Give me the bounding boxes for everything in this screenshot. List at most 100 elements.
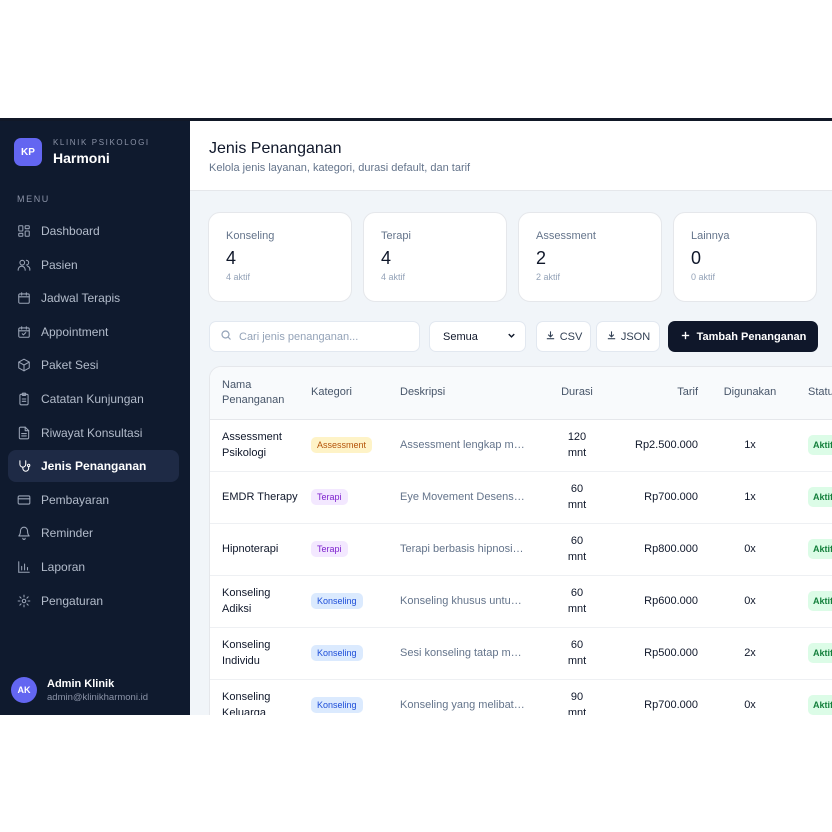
sidebar-item-pengaturan[interactable]: Pengaturan (8, 585, 179, 617)
file-text-icon (17, 426, 31, 440)
category-badge: Konseling (311, 697, 363, 713)
user-profile[interactable]: AK Admin Klinik admin@klinikharmoni.id (11, 677, 148, 703)
column-header-category[interactable]: Kategori (299, 367, 388, 420)
table-row[interactable]: EMDR Therapy Terapi Eye Movement Desensiti… (210, 471, 832, 524)
sidebar: KP KLINIK PSIKOLOGI Harmoni MENU Dashboa… (0, 121, 190, 715)
column-header-used[interactable]: Digunakan (710, 367, 790, 420)
treatment-duration: 120 mnt (539, 419, 615, 472)
sidebar-item-reminder[interactable]: Reminder (8, 517, 179, 549)
treatment-usage-count: 0x (710, 679, 790, 715)
brand-name: Harmoni (53, 150, 110, 166)
add-treatment-button[interactable]: Tambah Penanganan (668, 321, 818, 352)
sidebar-item-jadwal-terapis[interactable]: Jadwal Terapis (8, 282, 179, 314)
sidebar-item-label: Pengaturan (41, 593, 104, 608)
treatment-tariff: Rp700.000 (615, 471, 710, 524)
stat-card-konseling: Konseling 4 4 aktif (208, 212, 352, 302)
status-badge: Aktif (808, 435, 832, 455)
toolbar: Semua CSV JSON Tam (209, 321, 832, 352)
sidebar-item-riwayat-konsultasi[interactable]: Riwayat Konsultasi (8, 417, 179, 449)
table-row[interactable]: Hipnoterapi Terapi Terapi berbasis hipnosi… (210, 523, 832, 576)
app-window: KP KLINIK PSIKOLOGI Harmoni MENU Dashboa… (0, 118, 832, 715)
stat-card-assessment: Assessment 2 2 aktif (518, 212, 662, 302)
column-header-duration[interactable]: Durasi (539, 367, 615, 420)
avatar: AK (11, 677, 37, 703)
treatment-usage-count: 1x (710, 471, 790, 524)
sidebar-item-dashboard[interactable]: Dashboard (8, 215, 179, 247)
sidebar-item-jenis-penanganan[interactable]: Jenis Penanganan (8, 450, 179, 483)
sidebar-item-pasien[interactable]: Pasien (8, 249, 179, 281)
status-cell: Aktif (790, 575, 832, 628)
table-row[interactable]: Konseling Adiksi Konseling Konseling khusu… (210, 575, 832, 628)
stat-label: Assessment (536, 230, 596, 242)
brand-logo: KP (14, 138, 42, 166)
sidebar-item-pembayaran[interactable]: Pembayaran (8, 484, 179, 516)
sidebar-item-label: Jenis Penanganan (41, 459, 147, 474)
sidebar-item-label: Dashboard (41, 224, 100, 238)
category-badge: Konseling (311, 593, 363, 609)
treatment-usage-count: 0x (710, 523, 790, 576)
status-badge: Aktif (808, 487, 832, 507)
category-badge: Konseling (311, 645, 363, 661)
treatment-tariff: Rp800.000 (615, 523, 710, 576)
export-json-button[interactable]: JSON (596, 321, 660, 352)
bar-chart-icon (17, 560, 31, 574)
calendar-check-icon (17, 325, 31, 339)
treatment-duration: 60 mnt (539, 627, 615, 680)
user-email: admin@klinikharmoni.id (47, 691, 148, 703)
plus-icon (680, 330, 691, 344)
table-row[interactable]: Assessment Psikologi Assessment Assessment… (210, 419, 832, 472)
status-cell: Aktif (790, 679, 832, 715)
column-header-name[interactable]: Nama Penanganan (210, 367, 299, 420)
page-header: Jenis Penanganan Kelola jenis layanan, k… (190, 121, 832, 191)
column-header-description[interactable]: Deskripsi (388, 367, 539, 420)
sidebar-item-appointment[interactable]: Appointment (8, 316, 179, 348)
search-box[interactable] (209, 321, 420, 352)
export-csv-button[interactable]: CSV (536, 321, 591, 352)
dashboard-icon (17, 224, 31, 238)
sidebar-item-catatan-kunjungan[interactable]: Catatan Kunjungan (8, 383, 179, 415)
add-treatment-label: Tambah Penanganan (696, 330, 807, 343)
category-filter-select[interactable]: Semua (429, 321, 526, 352)
sidebar-item-paket-sesi[interactable]: Paket Sesi (8, 349, 179, 381)
stethoscope-icon (17, 459, 31, 473)
status-cell: Aktif (790, 523, 832, 576)
column-header-tariff[interactable]: Tarif (615, 367, 710, 420)
sidebar-item-label: Pasien (41, 257, 78, 272)
treatment-usage-count: 1x (710, 419, 790, 472)
category-cell: Terapi (299, 523, 388, 576)
treatment-duration: 60 mnt (539, 523, 615, 576)
treatment-tariff: Rp600.000 (615, 575, 710, 628)
table-row[interactable]: Konseling Individu Konseling Sesi konselin… (210, 627, 832, 680)
treatment-description: Sesi konseling tatap muka (388, 627, 539, 680)
search-input[interactable] (239, 330, 409, 343)
table-row[interactable]: Konseling Keluarga Konseling Konseling yan… (210, 679, 832, 715)
sidebar-nav: Dashboard Pasien Jadwal Terapis Appointment… (0, 215, 190, 617)
sidebar-item-label: Appointment (41, 324, 109, 339)
sidebar-item-laporan[interactable]: Laporan (8, 551, 179, 583)
status-cell: Aktif (790, 471, 832, 524)
treatment-tariff: Rp2.500.000 (615, 419, 710, 472)
category-cell: Konseling (299, 627, 388, 680)
treatment-tariff: Rp700.000 (615, 679, 710, 715)
treatment-name: Konseling Keluarga (210, 679, 299, 715)
category-cell: Konseling (299, 679, 388, 715)
treatment-usage-count: 2x (710, 627, 790, 680)
column-header-status[interactable]: Status (790, 367, 832, 420)
calendar-icon (17, 291, 31, 305)
sidebar-item-label: Pembayaran (41, 492, 110, 507)
export-csv-label: CSV (559, 330, 583, 343)
stat-label: Konseling (226, 230, 275, 242)
treatment-usage-count: 0x (710, 575, 790, 628)
users-icon (17, 258, 31, 272)
export-json-label: JSON (620, 330, 651, 343)
stat-value: 0 (691, 248, 702, 268)
clipboard-icon (17, 392, 31, 406)
table-header-row: Nama Penanganan Kategori Deskripsi Duras… (210, 367, 832, 420)
sidebar-item-label: Jadwal Terapis (41, 291, 121, 306)
treatment-duration: 60 mnt (539, 471, 615, 524)
download-icon (606, 330, 617, 344)
treatment-name: Konseling Individu (210, 627, 299, 680)
stat-label: Lainnya (691, 230, 730, 242)
category-filter-value: Semua (443, 330, 478, 343)
category-badge: Terapi (311, 541, 348, 557)
